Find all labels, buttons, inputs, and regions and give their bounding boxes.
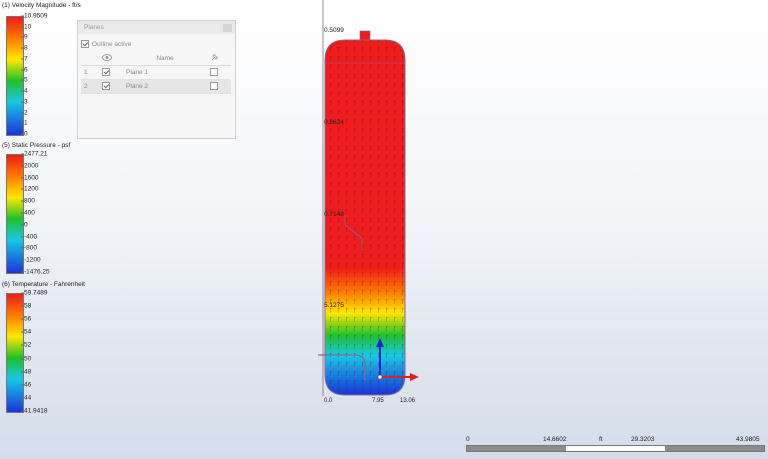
ruler-label-4: 5.1275 (324, 302, 344, 309)
visibility-column-header (99, 52, 123, 66)
pressure-tick-label: 2477.21 (21, 150, 48, 158)
pressure-color-bar (6, 154, 24, 274)
pressure-legend-title: (5) Static Pressure - psf (2, 142, 71, 149)
velocity-tick-label: 0 (21, 130, 28, 138)
plane-2-flag-checkbox[interactable] (210, 81, 218, 90)
pressure-tick-label: -800 (20, 244, 38, 252)
scale-label-2: 29.3203 (631, 436, 655, 443)
scale-label-1: 14.6602 (543, 436, 567, 443)
plane-2-visible-checkbox[interactable] (102, 81, 110, 90)
vessel-viewport[interactable]: 0.5099 0.8624 0.7148 5.1275 0.0 7.95 13.… (300, 0, 450, 410)
plane-1-flag-checkbox[interactable] (210, 67, 218, 76)
ruler-label-3: 0.7148 (324, 211, 344, 218)
outline-active-checkbox[interactable] (81, 40, 89, 48)
scale-bar: 0 14.6602 ft 29.3203 43.9805 (466, 436, 765, 452)
planes-panel-header[interactable]: Planes (78, 21, 235, 34)
velocity-tick-label: 3 (21, 98, 28, 106)
scale-label-0: 0 (466, 436, 470, 443)
ruler-label-2: 0.8624 (324, 119, 344, 126)
velocity-tick-label: 9 (21, 33, 28, 41)
velocity-tick-label: 10.9509 (21, 12, 48, 20)
index-column-header (81, 52, 99, 66)
velocity-tick-label: 7 (21, 55, 28, 63)
velocity-tick-label: 2 (21, 109, 28, 117)
plane-row-index: 1 (81, 65, 99, 80)
velocity-ticks: 10.9509 10 9 8 7 6 5 4 3 2 1 0 (20, 12, 84, 138)
velocity-tick-label: 5 (21, 76, 28, 84)
scale-segment (467, 446, 566, 451)
velocity-tick-label: 6 (21, 66, 28, 74)
scale-label-unit: ft (599, 436, 603, 443)
x-axis-arrowhead-icon (410, 373, 419, 381)
temperature-ticks: 59.7489 58 56 54 52 50 48 46 44 41.9418 (20, 289, 84, 415)
plane-row-2[interactable]: 2 Plane 2 (81, 79, 231, 94)
origin-marker (377, 374, 383, 380)
temperature-tick-label: 41.9418 (21, 407, 48, 415)
temperature-tick-label: 46 (20, 381, 32, 389)
outline-active-label: Outline active (92, 40, 132, 48)
temperature-color-bar (6, 293, 24, 413)
temperature-legend-title: (6) Temperature - Fahrenheit (2, 281, 85, 288)
ruler-label-bottom-right: 13.06 (400, 398, 416, 404)
scale-segment (665, 446, 764, 451)
temperature-tick-label: 52 (20, 341, 32, 349)
temperature-tick-label: 56 (20, 315, 32, 323)
temperature-tick-label: 50 (20, 355, 32, 363)
eye-icon (102, 54, 112, 61)
ruler-label-top: 0.5099 (324, 27, 344, 34)
planes-panel-title: Planes (84, 24, 104, 31)
velocity-tick-label: 4 (21, 87, 28, 95)
pressure-tick-label: 800 (21, 197, 35, 205)
scale-label-3: 43.9805 (736, 436, 760, 443)
pressure-tick-label: -1200 (21, 256, 41, 264)
planes-table: Name 1 Plane 1 2 Plane 2 (81, 52, 231, 94)
pin-icon (211, 53, 219, 61)
pressure-ticks: 2477.21 2000 1600 1200 800 400 0 -400 -800 -1200 -… (20, 150, 84, 276)
scale-bar-track (466, 445, 765, 452)
velocity-legend-title: (1) Velocity Magnitude - ft/s (2, 2, 81, 9)
temperature-tick-label: 54 (20, 328, 32, 336)
scale-segment (566, 446, 665, 451)
pressure-tick-label: -1476.25 (21, 268, 50, 276)
temperature-tick-label: 44 (20, 394, 32, 402)
pressure-tick-label: 1200 (20, 185, 39, 193)
plane-row-name: Plane 2 (123, 79, 207, 94)
plane-row-name: Plane 1 (123, 65, 207, 80)
temperature-tick-label: 58 (20, 302, 32, 310)
pressure-tick-label: 400 (21, 209, 35, 217)
temperature-tick-label: 48 (20, 368, 32, 376)
panel-close-icon[interactable] (223, 24, 232, 32)
pressure-tick-label: 1600 (20, 174, 39, 182)
plane-row-1[interactable]: 1 Plane 1 (81, 65, 231, 80)
outline-active-toggle[interactable]: Outline active (81, 40, 131, 48)
pressure-tick-label: -400 (20, 233, 38, 241)
temperature-tick-label: 59.7489 (21, 289, 48, 297)
plane-1-visible-checkbox[interactable] (102, 67, 110, 76)
ruler-label-bottom-left: 0.0 (324, 398, 333, 404)
pressure-tick-label: 2000 (20, 162, 39, 170)
velocity-tick-label: 8 (21, 44, 28, 52)
name-column-header: Name (123, 52, 207, 66)
velocity-color-bar (6, 16, 24, 136)
planes-panel: Planes Outline active Name 1 Plane 1 2 P… (77, 20, 236, 139)
velocity-tick-label: 10 (20, 23, 32, 31)
plane-row-index: 2 (81, 79, 99, 94)
flag-column-header (207, 52, 231, 66)
planes-table-header: Name (81, 52, 231, 66)
ruler-label-bottom-mid: 7.95 (372, 398, 384, 404)
pressure-tick-label: 0 (21, 221, 28, 229)
velocity-tick-label: 1 (21, 119, 28, 127)
